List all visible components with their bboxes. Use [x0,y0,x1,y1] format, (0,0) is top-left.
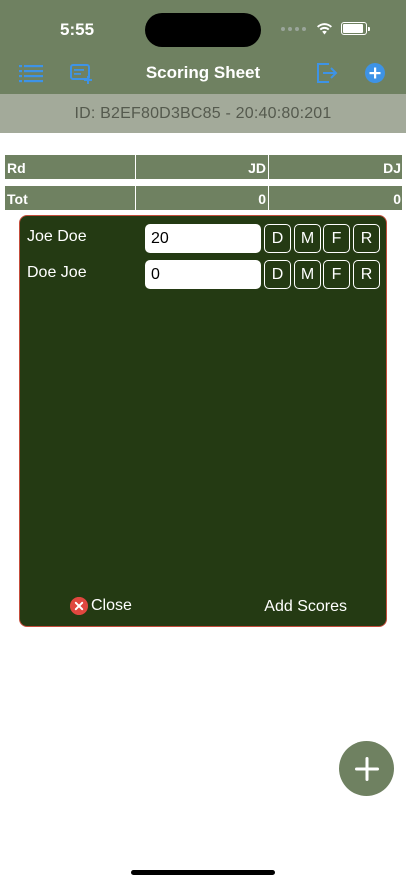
battery-icon [341,22,367,35]
score-entry-dialog: Joe Doe D M F R Doe Joe D M F R Close Ad… [19,215,387,627]
header-player-1: JD [136,155,269,179]
score-input[interactable] [145,260,261,289]
code-button-d[interactable]: D [264,260,291,289]
score-input[interactable] [145,224,261,253]
total-player-1: 0 [136,186,269,210]
add-scores-button[interactable]: Add Scores [264,598,347,616]
header-round: Rd [5,155,136,179]
export-icon[interactable] [315,62,339,84]
table-header-row: Rd JD DJ [5,155,402,179]
table-total-row: Tot 0 0 [5,186,402,210]
session-id: ID: B2EF80D3BC85 - 20:40:80:201 [74,105,332,122]
code-button-d[interactable]: D [264,224,291,253]
player-name: Joe Doe [27,228,87,245]
add-round-fab[interactable] [339,741,394,796]
player-name: Doe Joe [27,264,87,281]
dynamic-island [145,13,261,47]
code-button-r[interactable]: R [353,224,380,253]
wifi-icon [317,23,332,35]
close-button[interactable]: Close [70,597,132,615]
add-circle-icon[interactable] [364,62,388,84]
header-player-2: DJ [383,160,401,176]
close-icon [70,597,88,615]
status-indicators [281,22,370,35]
score-table: Rd JD DJ Tot 0 0 [5,155,402,210]
top-bar: 5:55 Scoring Sheet [0,0,406,94]
signal-icon [281,26,306,31]
session-id-bar: ID: B2EF80D3BC85 - 20:40:80:201 [0,94,406,133]
player-row: Joe Doe D M F R [20,224,386,254]
page-title: Scoring Sheet [145,63,261,82]
code-button-f[interactable]: F [323,224,350,253]
close-label: Close [91,597,132,614]
code-button-m[interactable]: M [294,260,321,289]
code-button-f[interactable]: F [323,260,350,289]
player-row: Doe Joe D M F R [20,260,386,290]
home-indicator[interactable] [131,870,275,875]
battery-tip [368,26,370,31]
code-button-m[interactable]: M [294,224,321,253]
total-label: Tot [5,186,136,210]
total-player-2: 0 [393,191,401,207]
plus-icon [354,756,379,781]
code-button-r[interactable]: R [353,260,380,289]
status-time: 5:55 [60,20,95,39]
